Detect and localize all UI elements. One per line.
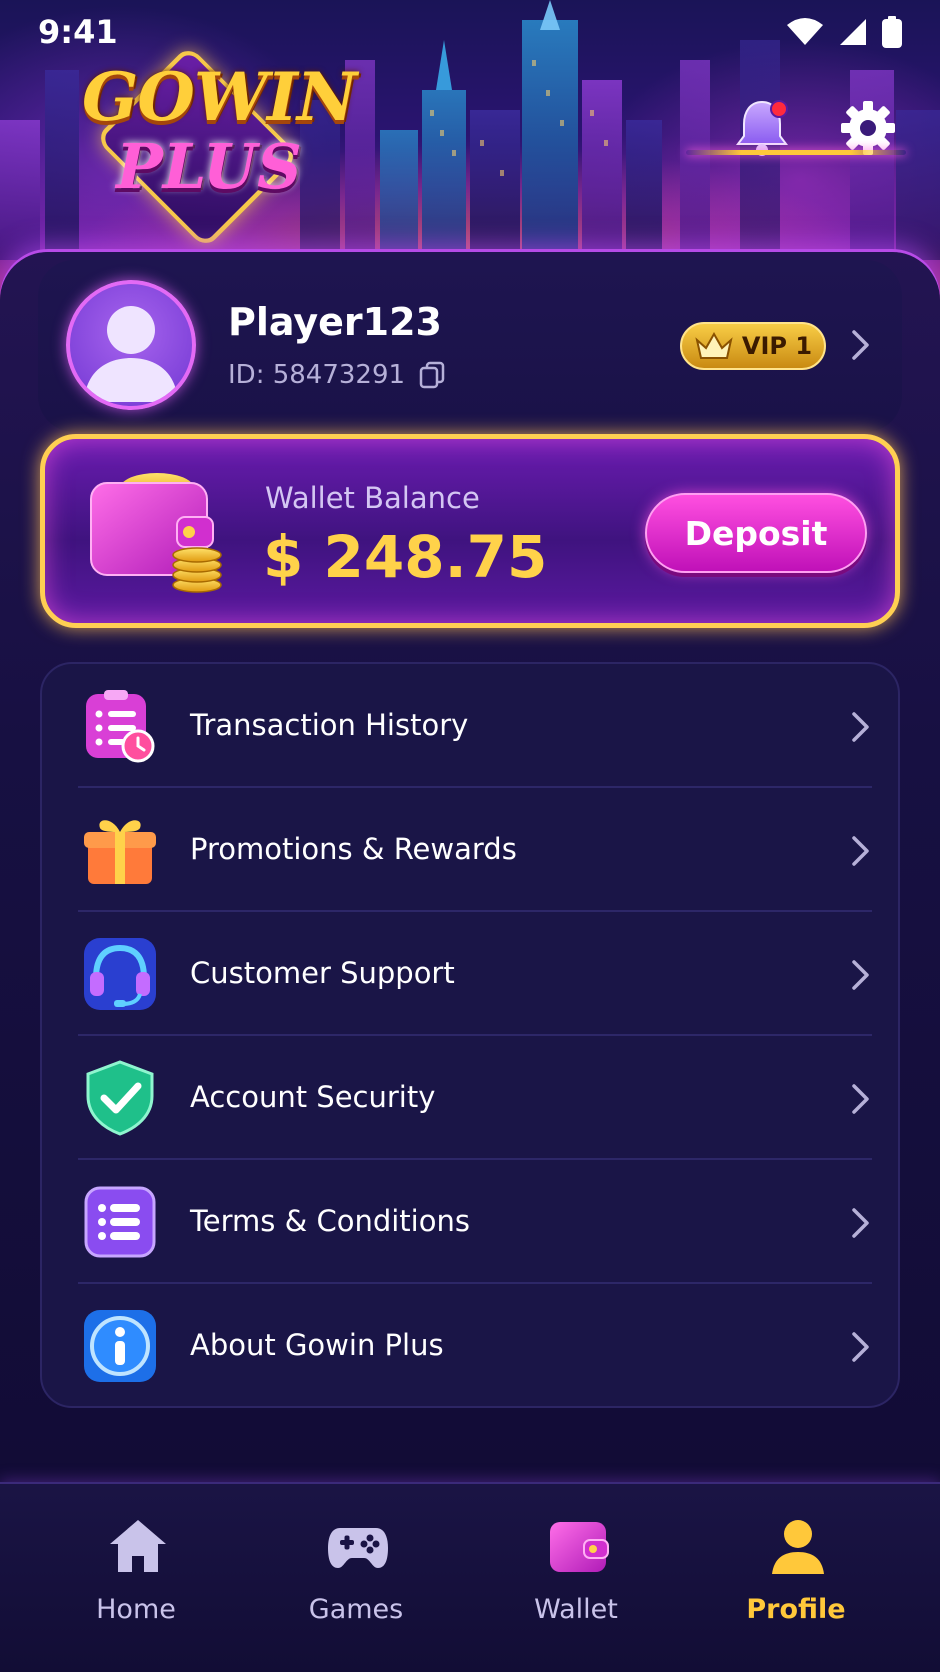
vip-badge[interactable]: VIP 1 [680,322,826,370]
menu-item-transaction-history[interactable]: Transaction History [42,664,898,788]
gear-icon [841,101,895,155]
menu-label-promotions-rewards: Promotions & Rewards [190,832,517,866]
menu-item-terms-conditions[interactable]: Terms & Conditions [42,1160,898,1284]
player-id: ID: 58473291 [228,360,445,390]
gamepad-icon [328,1528,388,1568]
wallet-balance-label: Wallet Balance [265,481,480,515]
nav-wallet[interactable]: Wallet [466,1484,686,1672]
profile-summary[interactable]: Player123 ID: 58473291 VIP 1 [38,260,902,432]
notification-badge [770,100,788,118]
wallet-balance-card: Wallet Balance $ 248.75 Deposit [40,434,900,628]
transaction-history-icon [86,690,155,763]
nav-label-profile: Profile [746,1594,846,1625]
info-icon [84,1310,156,1382]
gift-icon [84,820,156,884]
copy-icon[interactable] [419,361,445,389]
menu-label-transaction-history: Transaction History [190,708,469,742]
wallet-balance-amount: $ 248.75 [263,523,548,591]
user-icon [772,1520,824,1574]
nav-games[interactable]: Games [246,1484,466,1672]
chevron-right-icon [852,1332,869,1362]
nav-profile[interactable]: Profile [686,1484,906,1672]
menu-label-about: About Gowin Plus [190,1328,444,1362]
menu-label-customer-support: Customer Support [190,956,455,990]
chevron-right-icon [852,836,869,866]
document-list-icon [84,1186,156,1258]
chevron-right-icon [852,960,869,990]
settings-menu: Transaction History Promotions & Rewards [40,662,900,1408]
menu-item-promotions-rewards[interactable]: Promotions & Rewards [42,788,898,912]
nav-home[interactable]: Home [26,1484,246,1672]
nav-label-games: Games [308,1594,404,1625]
cellular-signal-icon [840,19,866,45]
crown-icon [695,331,733,359]
vip-label: VIP 1 [741,332,813,360]
menu-item-about[interactable]: About Gowin Plus [42,1284,898,1406]
avatar[interactable] [66,280,196,410]
home-icon [110,1520,166,1572]
wifi-icon [787,18,823,45]
user-avatar-icon [84,306,178,402]
wallet-coins-icon [90,473,222,593]
deposit-button[interactable]: Deposit [645,493,867,573]
menu-item-customer-support[interactable]: Customer Support [42,912,898,1036]
battery-icon [882,16,902,48]
chevron-right-icon [852,712,869,742]
bottom-navigation: Home Games Wallet Profile [0,1482,940,1672]
nav-label-wallet: Wallet [534,1594,618,1625]
shield-check-icon [86,1060,154,1136]
player-id-text: ID: 58473291 [228,360,406,390]
headset-icon [84,938,156,1010]
gowin-plus-logo: GOWIN PLUS [74,44,357,250]
menu-label-terms-conditions: Terms & Conditions [190,1204,470,1238]
menu-label-account-security: Account Security [190,1080,436,1114]
active-tab-indicator [686,150,906,155]
chevron-right-icon [852,1084,869,1114]
wallet-icon [550,1522,609,1572]
menu-item-account-security[interactable]: Account Security [42,1036,898,1160]
username: Player123 [228,300,442,344]
nav-label-home: Home [96,1594,176,1625]
chevron-right-icon[interactable] [850,328,872,362]
chevron-right-icon [852,1208,869,1238]
